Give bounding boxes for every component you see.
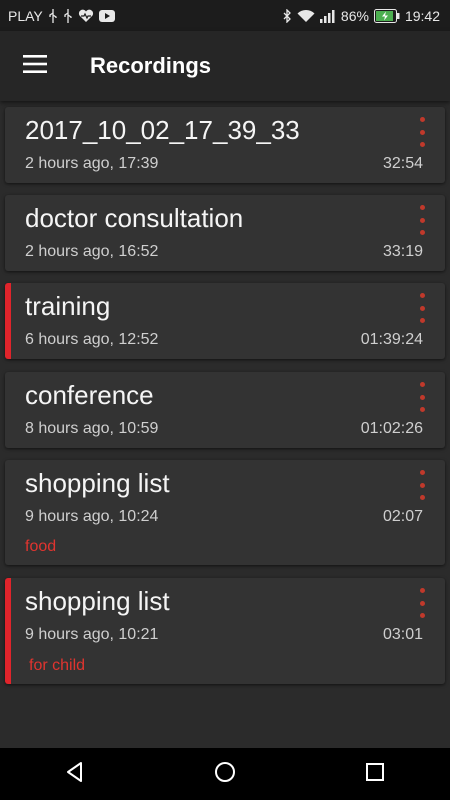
clock: 19:42 (404, 7, 440, 24)
more-dot (419, 588, 425, 593)
more-options-button[interactable] (413, 205, 431, 235)
more-dot (419, 129, 425, 135)
app-bar: Recordings (0, 31, 450, 101)
more-options-button[interactable] (413, 588, 431, 618)
more-dot (419, 117, 425, 122)
more-dot (419, 482, 425, 488)
recording-tag: for child (29, 657, 86, 674)
menu-icon (23, 54, 47, 78)
recording-duration: 32:54 (382, 155, 423, 172)
recording-duration: 01:02:26 (360, 420, 423, 437)
recording-title: 2017_10_02_17_39_33 (25, 115, 300, 145)
recording-date: 2 hours ago, 17:39 (25, 155, 159, 172)
battery-charging-icon (373, 8, 400, 23)
carrier-label: PLAY (8, 7, 43, 24)
recording-item[interactable]: 2017_10_02_17_39_33 2 hours ago, 17:39 3… (5, 107, 445, 183)
status-right: 86% 19:42 (283, 8, 440, 24)
more-dot (419, 293, 425, 298)
usb-icon (63, 8, 73, 23)
more-options-button[interactable] (413, 382, 431, 412)
recording-item[interactable]: conference 8 hours ago, 10:59 01:02:26 (5, 372, 445, 448)
navigation-bar (0, 748, 450, 800)
more-dot (419, 205, 425, 210)
more-dot (419, 318, 425, 323)
page-title: Recordings (90, 53, 212, 78)
recents-icon (365, 762, 385, 787)
recording-date: 6 hours ago, 12:52 (25, 331, 159, 348)
more-dot (419, 613, 425, 618)
more-dot (419, 600, 425, 606)
recording-duration: 01:39:24 (360, 331, 423, 348)
more-dot (419, 407, 425, 412)
recording-duration: 33:19 (382, 243, 423, 260)
more-dot (419, 394, 425, 400)
recording-title: shopping list (25, 468, 170, 498)
youtube-icon (98, 9, 115, 22)
more-dot (419, 217, 425, 223)
signal-icon (319, 9, 336, 23)
recording-item[interactable]: shopping list 9 hours ago, 10:24 02:07 f… (5, 460, 445, 565)
status-left: PLAY (8, 8, 115, 24)
recording-item[interactable]: shopping list 9 hours ago, 10:21 03:01 f… (5, 578, 445, 684)
more-dot (419, 230, 425, 235)
more-dot (419, 495, 425, 500)
more-options-button[interactable] (413, 293, 431, 323)
usb-icon (48, 8, 58, 23)
more-dot (419, 470, 425, 475)
home-icon (214, 761, 236, 788)
back-button[interactable] (45, 748, 105, 800)
more-dot (419, 305, 425, 311)
recording-title: training (25, 291, 111, 321)
recording-tag: food (25, 538, 57, 555)
recording-date: 8 hours ago, 10:59 (25, 420, 159, 437)
more-options-button[interactable] (413, 470, 431, 500)
recording-date: 2 hours ago, 16:52 (25, 243, 159, 260)
recording-date: 9 hours ago, 10:24 (25, 508, 159, 525)
recording-item[interactable]: doctor consultation 2 hours ago, 16:52 3… (5, 195, 445, 271)
more-dot (419, 142, 425, 147)
menu-button[interactable] (0, 31, 70, 101)
more-options-button[interactable] (413, 117, 431, 147)
recording-item[interactable]: training 6 hours ago, 12:52 01:39:24 (5, 283, 445, 359)
home-button[interactable] (195, 748, 255, 800)
status-bar: PLAY 86% 19:42 (0, 0, 450, 31)
more-dot (419, 382, 425, 387)
wifi-icon (297, 9, 315, 23)
health-icon (78, 9, 94, 23)
recording-title: shopping list (25, 586, 170, 616)
back-icon (64, 761, 86, 788)
bluetooth-icon (283, 8, 292, 23)
recording-title: conference (25, 380, 154, 410)
recording-duration: 03:01 (382, 626, 423, 643)
recording-duration: 02:07 (382, 508, 423, 525)
battery-percent: 86% (340, 7, 369, 24)
recents-button[interactable] (345, 748, 405, 800)
recording-title: doctor consultation (25, 203, 244, 233)
recording-date: 9 hours ago, 10:21 (25, 626, 159, 643)
